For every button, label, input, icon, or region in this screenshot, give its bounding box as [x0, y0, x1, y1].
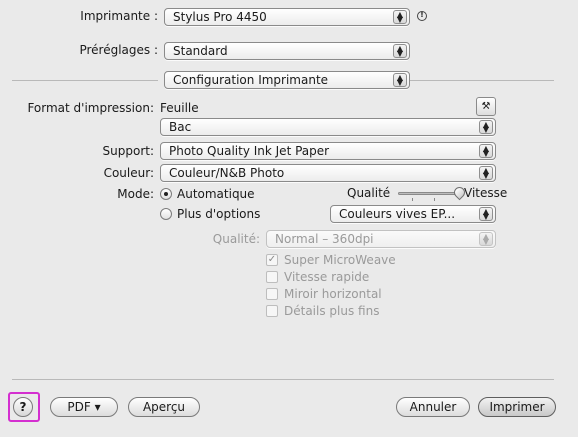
finest-detail-label: Détails plus fins: [284, 304, 380, 318]
support-select[interactable]: Photo Quality Ink Jet Paper ▲ ▼: [160, 142, 496, 160]
color-select[interactable]: Couleur/N&B Photo ▲ ▼: [160, 164, 496, 182]
quality-label: Qualité:: [212, 232, 260, 246]
mode-label: Mode:: [117, 187, 154, 201]
print-button[interactable]: Imprimer: [478, 397, 556, 417]
panel-select-value: Configuration Imprimante: [173, 73, 329, 87]
cancel-button[interactable]: Annuler: [396, 397, 470, 417]
quality-speed-slider[interactable]: [398, 192, 460, 195]
separator-left: [12, 80, 158, 81]
stepper-icon: ▲ ▼: [479, 166, 493, 180]
printer-select-value: Stylus Pro 4450: [173, 10, 267, 24]
utility-icon[interactable]: ⚒: [476, 97, 496, 116]
mode-advanced-radio[interactable]: [160, 208, 172, 220]
finest-detail-checkbox[interactable]: [266, 305, 278, 317]
flip-horizontal-checkbox[interactable]: [266, 288, 278, 300]
stepper-icon: ▲ ▼: [479, 144, 493, 158]
preview-button[interactable]: Aperçu: [128, 397, 200, 417]
color-label: Couleur:: [103, 166, 154, 180]
fast-speed-label: Vitesse rapide: [284, 270, 370, 284]
mode-automatic-radio[interactable]: [160, 188, 172, 200]
mode-automatic-label: Automatique: [177, 187, 255, 201]
color-preset-value: Couleurs vives EP...: [339, 207, 456, 221]
slider-tick: [412, 198, 413, 201]
stepper-icon: ▲ ▼: [479, 120, 493, 134]
printer-select[interactable]: Stylus Pro 4450 ▲ ▼: [164, 8, 410, 26]
tray-select-value: Bac: [169, 120, 192, 134]
help-button-highlight: [8, 392, 40, 422]
slider-tick: [434, 198, 435, 201]
format-value: Feuille: [160, 101, 199, 115]
color-preset-select[interactable]: Couleurs vives EP... ▲ ▼: [330, 205, 496, 223]
presets-label: Préréglages :: [79, 43, 158, 57]
mode-advanced-label: Plus d'options: [177, 207, 261, 221]
presets-select[interactable]: Standard ▲ ▼: [164, 42, 410, 60]
stepper-icon: ▲ ▼: [479, 207, 493, 221]
fast-speed-checkbox[interactable]: [266, 271, 278, 283]
tray-select[interactable]: Bac ▲ ▼: [160, 118, 496, 136]
footer-separator: [12, 379, 554, 380]
printer-label: Imprimante :: [80, 9, 158, 23]
support-label: Support:: [102, 144, 154, 158]
info-icon: !: [417, 11, 427, 21]
slider-speed-label: Vitesse: [464, 186, 508, 200]
slider-quality-label: Qualité: [347, 186, 391, 200]
panel-select[interactable]: Configuration Imprimante ▲ ▼: [164, 71, 410, 89]
quality-select[interactable]: Normal – 360dpi ▲ ▼: [266, 230, 496, 248]
pdf-button[interactable]: PDF ▾: [50, 397, 118, 417]
format-label: Format d'impression:: [27, 101, 154, 115]
stepper-icon: ▲ ▼: [393, 44, 407, 58]
presets-select-value: Standard: [173, 44, 228, 58]
support-select-value: Photo Quality Ink Jet Paper: [169, 144, 330, 158]
flip-horizontal-label: Miroir horizontal: [284, 287, 382, 301]
stepper-icon: ▲ ▼: [393, 73, 407, 87]
quality-select-value: Normal – 360dpi: [275, 232, 374, 246]
color-select-value: Couleur/N&B Photo: [169, 166, 285, 180]
stepper-icon: ▲ ▼: [479, 232, 493, 246]
super-microweave-checkbox[interactable]: ✓: [266, 254, 278, 266]
super-microweave-label: Super MicroWeave: [284, 253, 396, 267]
stepper-icon: ▲ ▼: [393, 10, 407, 24]
separator-right: [410, 80, 554, 81]
